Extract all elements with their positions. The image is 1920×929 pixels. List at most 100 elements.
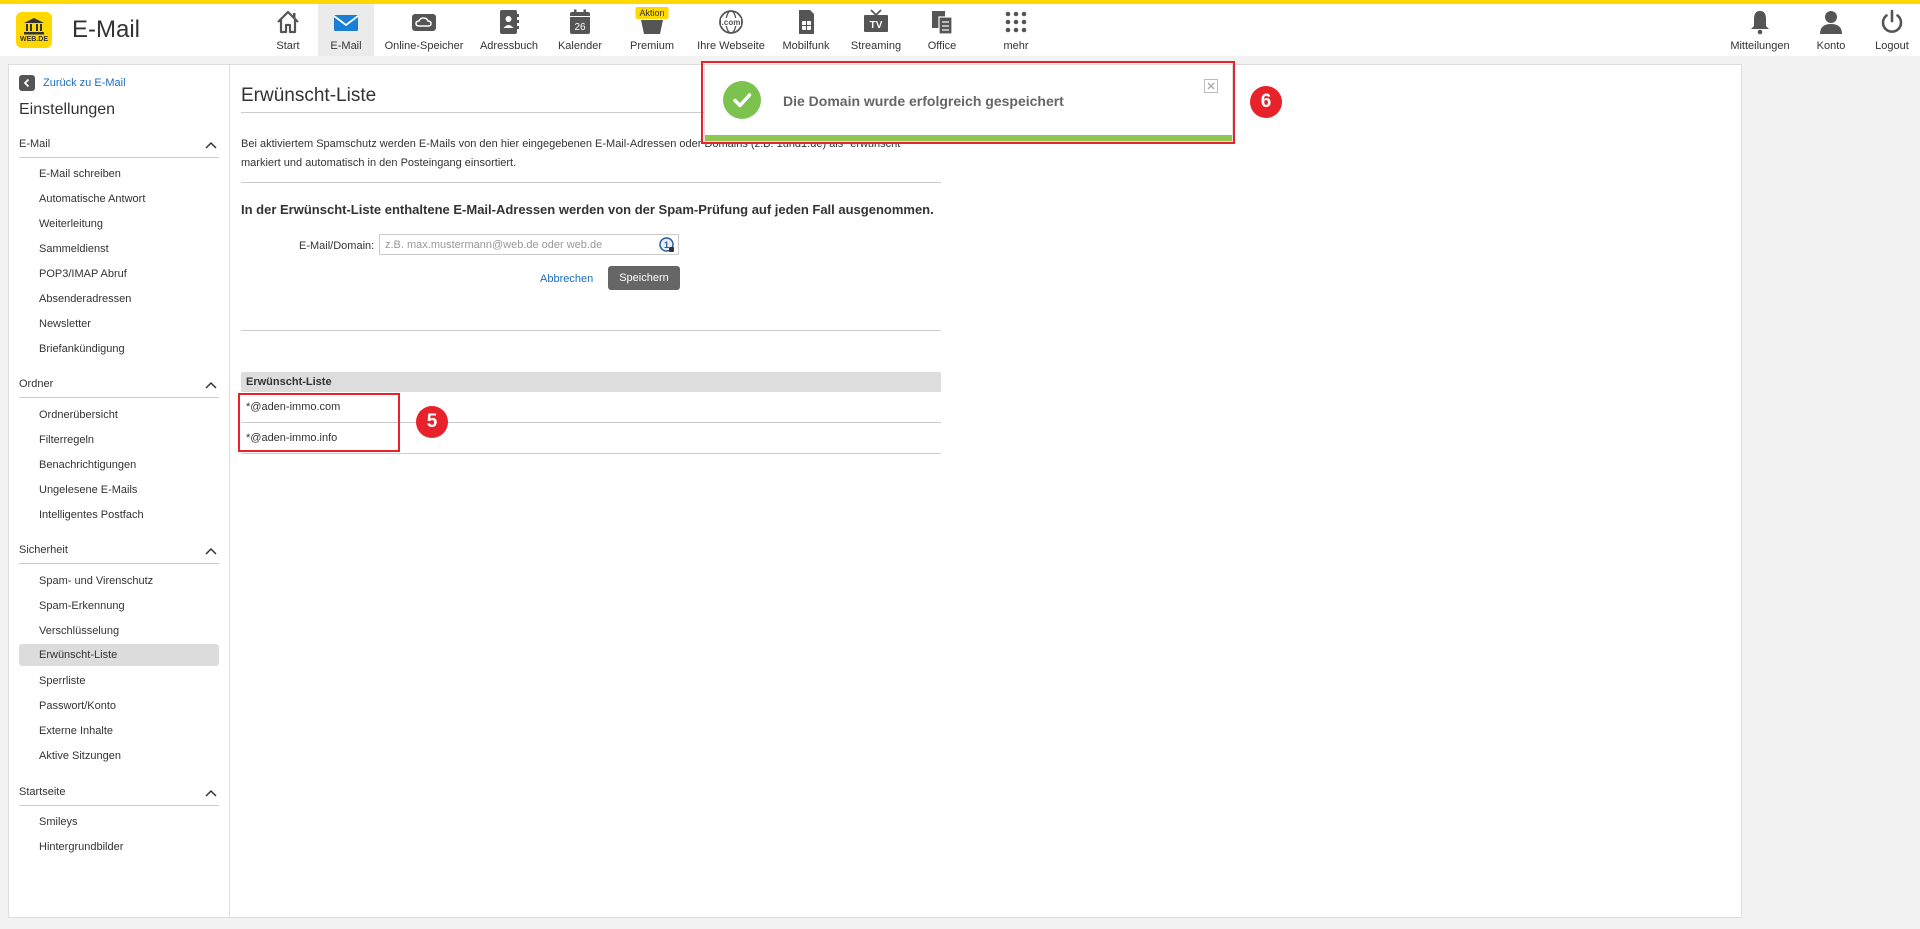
annotation-badge-list: 5 [416, 406, 448, 438]
chevron-up-icon [205, 789, 217, 797]
grid-dots-icon [1005, 11, 1027, 33]
allow-list-header: Erwünscht-Liste [241, 372, 941, 392]
nav-konto-label: Konto [1816, 40, 1846, 52]
sidebar-section-ordner-title: Ordner [19, 378, 54, 390]
divider [241, 182, 941, 183]
nav-online-speicher[interactable]: Online-Speicher [374, 4, 474, 56]
settings-sidebar: Zurück zu E-Mail Einstellungen E-Mail E-… [9, 65, 230, 917]
save-button[interactable]: Speichern [608, 266, 680, 290]
chevron-up-icon [205, 141, 217, 149]
nav-premium[interactable]: Aktion Premium [616, 4, 688, 56]
top-navigation-bar: WEB.DE E-Mail Start E-Mail Online-Speich… [0, 4, 1920, 56]
sidebar-section-sicherheit[interactable]: Sicherheit [19, 544, 219, 564]
back-to-email-label: Zurück zu E-Mail [43, 77, 126, 89]
sidebar-item-benachrichtigungen[interactable]: Benachrichtigungen [19, 454, 219, 476]
sidebar-item-aktive-sitzungen[interactable]: Aktive Sitzungen [19, 745, 219, 767]
sidebar-item-erwuenscht-liste[interactable]: Erwünscht-Liste [19, 644, 219, 666]
sidebar-item-ordneruebersicht[interactable]: Ordnerübersicht [19, 404, 219, 426]
sidebar-item-pop3-imap[interactable]: POP3/IMAP Abruf [19, 263, 219, 285]
main-nav: Start E-Mail Online-Speicher Adressbuch … [258, 4, 1062, 56]
annotation-box-list [238, 393, 400, 452]
nav-office-label: Office [927, 40, 957, 52]
chevron-up-icon [205, 381, 217, 389]
nav-mitteilungen-label: Mitteilungen [1730, 40, 1790, 52]
sidebar-section-email-title: E-Mail [19, 138, 51, 150]
bell-icon [1751, 11, 1769, 35]
sidebar-item-sammeldienst[interactable]: Sammeldienst [19, 238, 219, 260]
sidebar-item-ungelesene-emails[interactable]: Ungelesene E-Mails [19, 479, 219, 501]
nav-logout[interactable]: Logout [1864, 4, 1920, 56]
globe-com-text: .com [722, 18, 741, 27]
nav-premium-label: Premium [629, 40, 674, 52]
nav-mobilfunk-label: Mobilfunk [782, 40, 830, 52]
sidebar-item-spam-erkennung[interactable]: Spam-Erkennung [19, 595, 219, 617]
divider [241, 330, 941, 331]
aktion-badge: Aktion [635, 7, 669, 19]
sidebar-item-briefankuendigung[interactable]: Briefankündigung [19, 338, 219, 360]
nav-office[interactable]: Office [914, 4, 970, 56]
svg-text:1: 1 [664, 240, 669, 250]
sidebar-item-filterregeln[interactable]: Filterregeln [19, 429, 219, 451]
tv-icon: TV [864, 9, 888, 32]
sidebar-section-email[interactable]: E-Mail [19, 138, 219, 158]
sidebar-section-startseite[interactable]: Startseite [19, 786, 219, 806]
chevron-up-icon [205, 547, 217, 555]
sidebar-item-hintergrundbilder[interactable]: Hintergrundbilder [19, 836, 219, 858]
nav-kalender[interactable]: 26 Kalender [544, 4, 616, 56]
office-icon [932, 11, 953, 35]
sidebar-item-spam-virenschutz[interactable]: Spam- und Virenschutz [19, 570, 219, 592]
webde-logo[interactable]: WEB.DE [16, 12, 52, 48]
sidebar-section-startseite-title: Startseite [19, 786, 66, 798]
nav-mehr-label: mehr [1003, 40, 1029, 52]
calendar-icon: 26 [570, 9, 590, 34]
sidebar-section-ordner[interactable]: Ordner [19, 378, 219, 398]
tv-icon-text: TV [870, 20, 883, 31]
nav-logout-label: Logout [1875, 40, 1909, 52]
cancel-link[interactable]: Abbrechen [540, 273, 593, 285]
page-title: Erwünscht-Liste [241, 85, 377, 106]
sidebar-section-sicherheit-title: Sicherheit [19, 544, 68, 556]
logo-text: WEB.DE [20, 36, 48, 43]
cloud-icon [412, 14, 436, 31]
sidebar-item-passwort-konto[interactable]: Passwort/Konto [19, 695, 219, 717]
email-domain-label: E-Mail/Domain: [299, 240, 375, 252]
sidebar-item-newsletter[interactable]: Newsletter [19, 313, 219, 335]
sidebar-item-externe-inhalte[interactable]: Externe Inhalte [19, 720, 219, 742]
nav-mobilfunk[interactable]: Mobilfunk [774, 4, 838, 56]
spam-exemption-notice: In der Erwünscht-Liste enthaltene E-Mail… [241, 202, 934, 217]
annotation-badge-toast: 6 [1250, 86, 1282, 118]
nav-mitteilungen[interactable]: Mitteilungen [1722, 4, 1798, 56]
sidebar-item-email-schreiben[interactable]: E-Mail schreiben [19, 163, 219, 185]
back-to-email-link[interactable]: Zurück zu E-Mail [19, 75, 126, 91]
nav-start-label: Start [276, 40, 300, 52]
nav-streaming[interactable]: TV Streaming [838, 4, 914, 56]
globe-com-icon: .com [719, 10, 743, 34]
sidebar-item-smileys[interactable]: Smileys [19, 811, 219, 833]
nav-ihre-webseite[interactable]: .com Ihre Webseite [688, 4, 774, 56]
sidebar-item-absenderadressen[interactable]: Absenderadressen [19, 288, 219, 310]
sidebar-item-automatische-antwort[interactable]: Automatische Antwort [19, 188, 219, 210]
building-icon [24, 18, 44, 35]
sidebar-item-weiterleitung[interactable]: Weiterleitung [19, 213, 219, 235]
right-nav: Mitteilungen Konto Logout [1722, 4, 1920, 56]
nav-start[interactable]: Start [258, 4, 318, 56]
calendar-day: 26 [574, 22, 586, 33]
nav-mehr[interactable]: mehr [970, 4, 1062, 56]
nav-adressbuch-label: Adressbuch [479, 40, 539, 52]
nav-email-label: E-Mail [330, 40, 362, 52]
annotation-box-toast [701, 61, 1235, 144]
sidebar-title: Einstellungen [19, 101, 116, 118]
nav-adressbuch[interactable]: Adressbuch [474, 4, 544, 56]
sidebar-item-verschluesselung[interactable]: Verschlüsselung [19, 620, 219, 642]
email-domain-input[interactable] [379, 234, 679, 255]
password-manager-icon[interactable]: 1 [659, 237, 675, 253]
nav-email[interactable]: E-Mail [318, 4, 374, 56]
settings-container: Zurück zu E-Mail Einstellungen E-Mail E-… [8, 64, 1742, 918]
nav-konto[interactable]: Konto [1798, 4, 1864, 56]
home-icon [277, 10, 299, 34]
back-arrow-icon [19, 75, 35, 91]
envelope-icon [333, 15, 359, 31]
sidebar-item-sperrliste[interactable]: Sperrliste [19, 670, 219, 692]
sidebar-item-intelligentes-postfach[interactable]: Intelligentes Postfach [19, 504, 219, 526]
nav-ihre-webseite-label: Ihre Webseite [697, 40, 765, 52]
